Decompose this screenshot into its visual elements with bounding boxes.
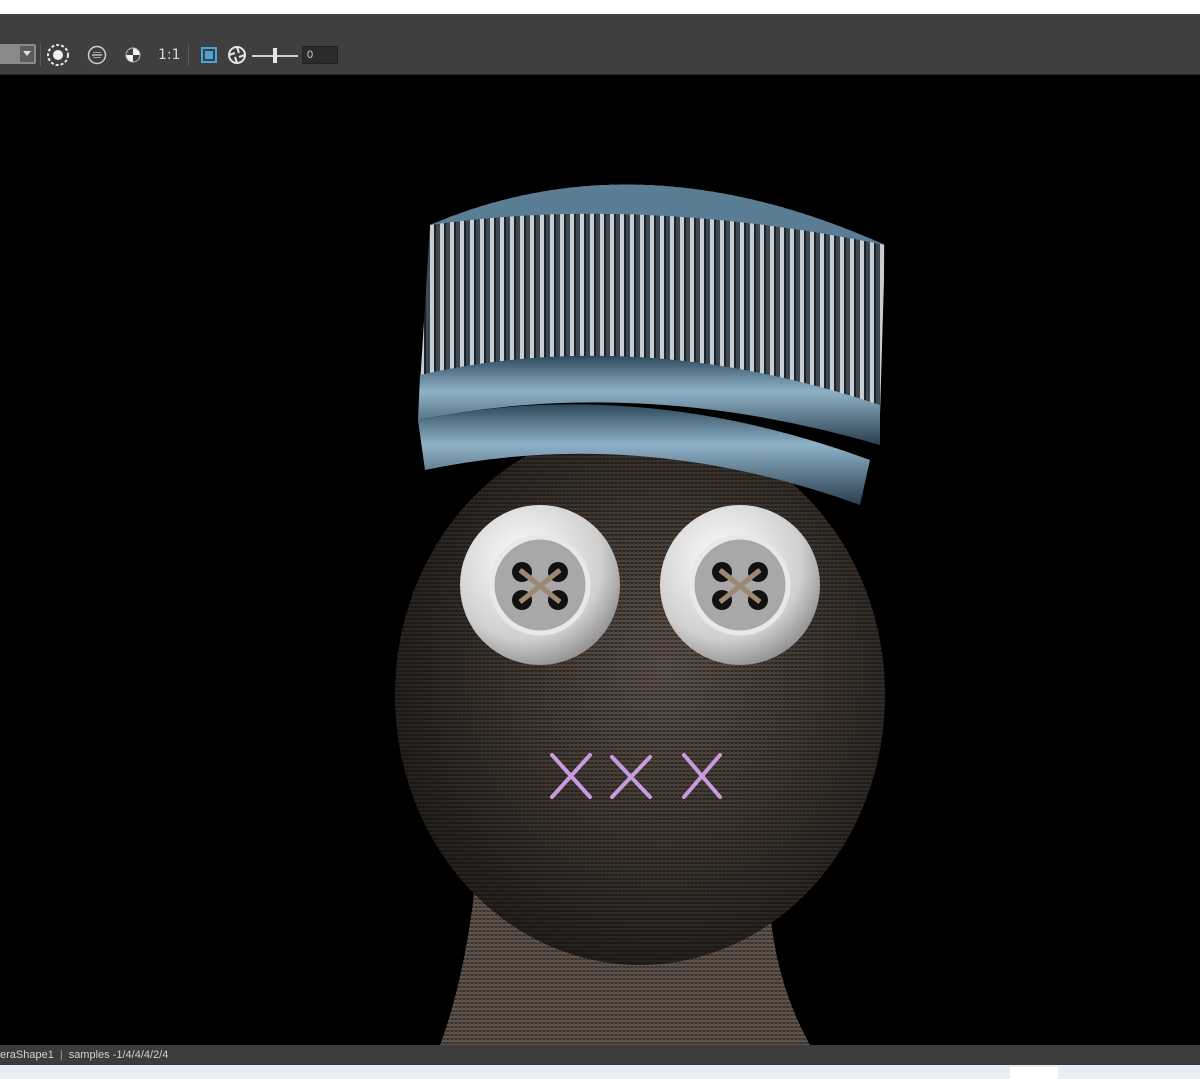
dropdown-arrow-icon[interactable] <box>20 46 34 62</box>
rendered-image <box>395 184 885 1045</box>
ratio-1-1-button[interactable]: 1:1 <box>158 47 181 63</box>
toolbar-separator <box>40 44 41 66</box>
window-bottom-strip <box>0 1065 1200 1079</box>
exposure-value-field[interactable]: 0 <box>302 46 338 64</box>
exposure-icon[interactable] <box>224 42 250 68</box>
window-top-strip <box>0 0 1200 14</box>
right-button-eye <box>660 505 820 665</box>
toolbar-separator <box>188 44 189 66</box>
frame-region-icon[interactable] <box>196 42 222 68</box>
render-sphere-icon[interactable] <box>45 42 71 68</box>
hdr-icon[interactable] <box>84 42 110 68</box>
bottom-tab[interactable] <box>1010 1067 1058 1079</box>
display-mode-dropdown[interactable] <box>0 44 36 64</box>
exposure-slider-handle[interactable] <box>273 48 277 63</box>
render-view-toolbar: 1:1 0 <box>0 14 1200 75</box>
render-samples: samples -1/4/4/4/2/4 <box>68 1049 169 1061</box>
camera-name: eraShape1 <box>0 1049 54 1061</box>
color-picker-icon[interactable] <box>120 42 146 68</box>
render-status-bar: eraShape1 | samples -1/4/4/4/2/4 <box>0 1045 1200 1065</box>
left-button-eye <box>460 505 620 665</box>
render-viewport[interactable] <box>0 75 1200 1045</box>
